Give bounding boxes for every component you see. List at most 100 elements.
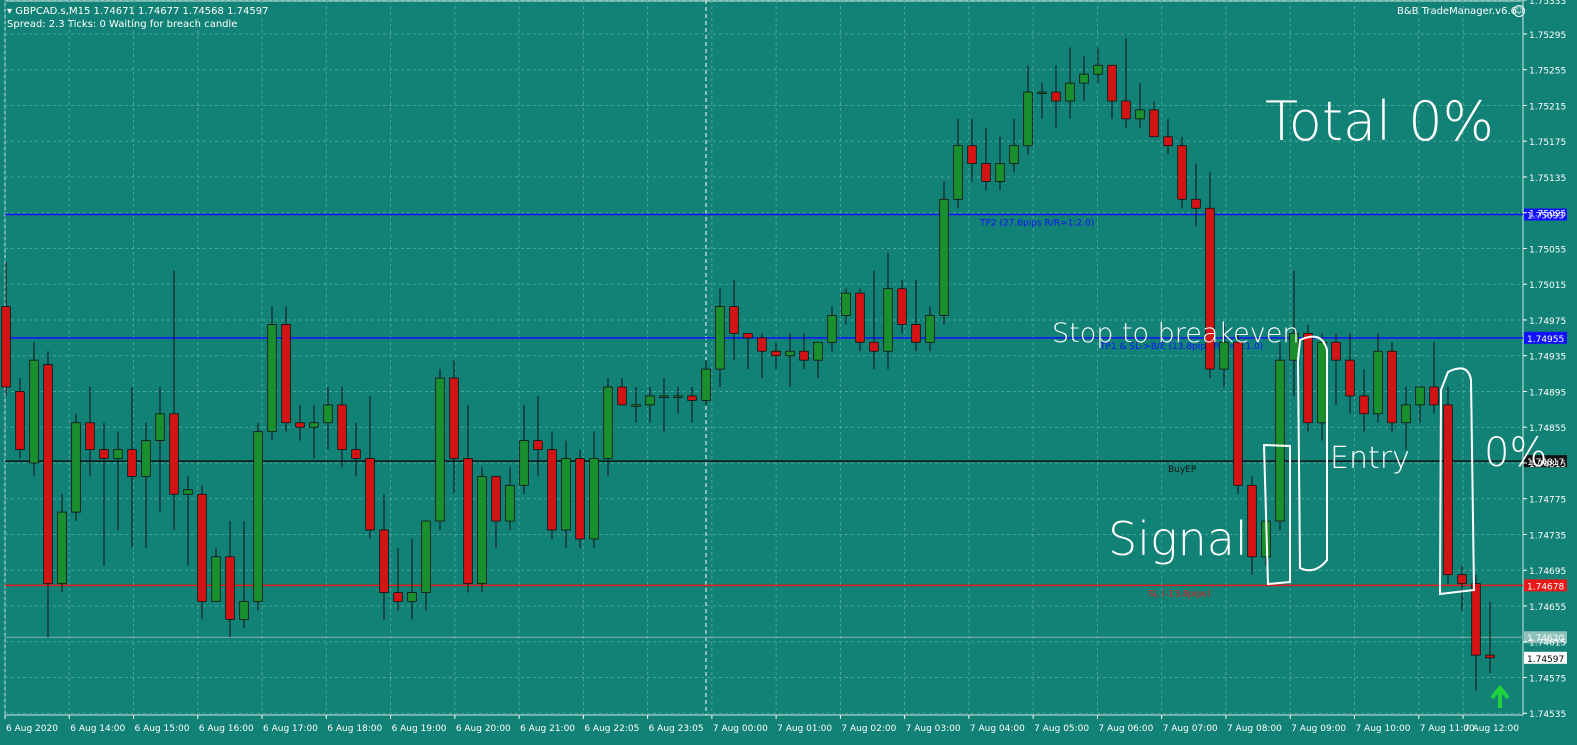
candle — [71, 413, 81, 522]
candle-body-bear — [1177, 145, 1187, 200]
candle-body-bull — [155, 413, 165, 442]
candle-body-bear — [281, 324, 291, 424]
candle-body-bear — [1303, 332, 1313, 424]
candle-body-bull — [1037, 91, 1047, 94]
candle-body-bull — [29, 359, 39, 464]
x-tick-label: 7 Aug 08:00 — [1227, 724, 1282, 734]
candle-body-bear — [981, 163, 991, 182]
price-axis: 1.75333 1.75295 1.75255 1.75215 1.75175 1.751… — [1523, 0, 1566, 720]
x-tick-label: 6 Aug 22:05 — [584, 724, 639, 734]
candle-body-bear — [533, 440, 543, 450]
candle-body-bull — [1079, 73, 1089, 84]
candle-body-bear — [43, 364, 53, 585]
y-tick-label: 1.74655 — [1529, 603, 1566, 613]
y-tick-label: 1.74535 — [1529, 710, 1566, 720]
candle-body-bear — [1345, 359, 1355, 397]
symbol-line: ▾ GBPCAD.s,M15 1.74671 1.74677 1.74568 1… — [7, 6, 268, 18]
candle-body-bull — [813, 341, 823, 361]
candle — [1233, 333, 1243, 495]
candle-body-bear — [1, 306, 11, 388]
candle-body-bear — [547, 449, 557, 531]
y-tick-label: 1.75333 — [1529, 0, 1566, 7]
candle — [29, 342, 39, 477]
y-tick-label: 1.75295 — [1529, 31, 1566, 41]
candle — [1443, 386, 1453, 584]
y-tick-label: 1.74775 — [1529, 496, 1566, 506]
candle-body-bear — [1247, 484, 1257, 558]
candle-body-bear — [1429, 386, 1439, 406]
candle-body-bull — [827, 315, 837, 343]
x-tick-label: 6 Aug 14:00 — [70, 724, 125, 734]
candle-body-bull — [785, 350, 795, 357]
candle-body-bull — [505, 484, 515, 522]
candle-body-bear — [869, 341, 879, 352]
candle-body-bull — [71, 422, 81, 513]
y-tick-label: 1.75055 — [1529, 245, 1566, 255]
x-tick-label: 7 Aug 12:00 — [1464, 724, 1519, 734]
candle-body-bear — [687, 395, 697, 401]
candle-body-bull — [519, 440, 529, 486]
candle-body-bull — [1317, 341, 1327, 424]
candle-body-bear — [1233, 341, 1243, 486]
candle-body-bear — [1387, 350, 1397, 424]
y-tick-label: 1.74895 — [1529, 388, 1566, 398]
candle — [267, 306, 277, 441]
x-tick-label: 6 Aug 19:00 — [392, 724, 447, 734]
candle-body-bull — [267, 324, 277, 433]
x-tick-label: 7 Aug 03:00 — [906, 724, 961, 734]
candle — [477, 467, 487, 593]
symbol-quote: GBPCAD.s,M15 1.74671 1.74677 1.74568 1.7… — [15, 6, 269, 17]
entry-annotation: Entry — [1330, 441, 1410, 476]
status-line: Spread: 2.3 Ticks: 0 Waiting for breach … — [7, 19, 238, 30]
y-tick-label: 1.75255 — [1529, 67, 1566, 77]
candle-body-bull — [701, 368, 711, 401]
dropdown-icon[interactable]: ▾ — [7, 6, 12, 17]
candle-body-bull — [1009, 145, 1019, 164]
candle-body-bull — [603, 386, 613, 459]
candle-body-bear — [379, 529, 389, 593]
candle-body-bear — [1471, 583, 1481, 656]
y-tick-label: 1.74735 — [1529, 531, 1566, 541]
y-tick-label: 1.75015 — [1529, 281, 1566, 291]
candle-body-bear — [1485, 654, 1495, 659]
candle-body-bear — [1443, 404, 1453, 576]
candle-body-bear — [351, 449, 361, 459]
x-tick-label: 6 Aug 23:05 — [649, 724, 704, 734]
candle-body-bull — [407, 592, 417, 602]
candle — [575, 449, 585, 548]
candle-body-bull — [561, 458, 571, 531]
candle-body-bull — [253, 431, 263, 602]
candle-body-bull — [1415, 386, 1425, 406]
candle-body-bull — [183, 489, 193, 495]
candle-body-bull — [953, 145, 963, 200]
candle-body-bear — [617, 386, 627, 406]
candle-body-bear — [1331, 341, 1341, 361]
candle-body-bear — [799, 350, 809, 361]
candle — [1387, 342, 1397, 432]
candle-body-bear — [967, 145, 977, 164]
candle-body-bear — [85, 422, 95, 450]
candle-body-bull — [841, 292, 851, 316]
candle-body-bull — [589, 458, 599, 540]
candle-body-bear — [99, 449, 109, 459]
candle-body-bull — [1401, 404, 1411, 424]
candle-body-bear — [491, 475, 501, 522]
x-tick-label: 6 Aug 15:00 — [135, 724, 190, 734]
candle-body-bear — [1121, 100, 1131, 120]
total-annotation: Total 0% — [1265, 90, 1494, 153]
candle-body-bull — [435, 377, 445, 522]
x-tick-label: 7 Aug 07:00 — [1163, 724, 1218, 734]
level-label-tp2: TP2 (27.6pips R/R=1:2.0) — [979, 219, 1094, 229]
candle-body-bull — [1023, 91, 1033, 147]
x-tick-label: 6 Aug 21:00 — [520, 724, 575, 734]
candle-body-bear — [197, 493, 207, 602]
smiley-icon[interactable]: ☺ — [1513, 5, 1525, 17]
candle-body-bull — [211, 556, 221, 602]
y-tick-label: 1.74575 — [1529, 674, 1566, 684]
price-chart[interactable]: TP2 (27.6pips R/R=1:2.0)1.75093TP1 & SL-… — [0, 0, 1577, 745]
stop-annotation: Stop to breakeven — [1052, 318, 1299, 349]
candle-body-bull — [1135, 109, 1145, 120]
candle-body-bull — [57, 511, 67, 585]
candle-body-bull — [323, 404, 333, 424]
candle-body-bull — [631, 404, 641, 407]
